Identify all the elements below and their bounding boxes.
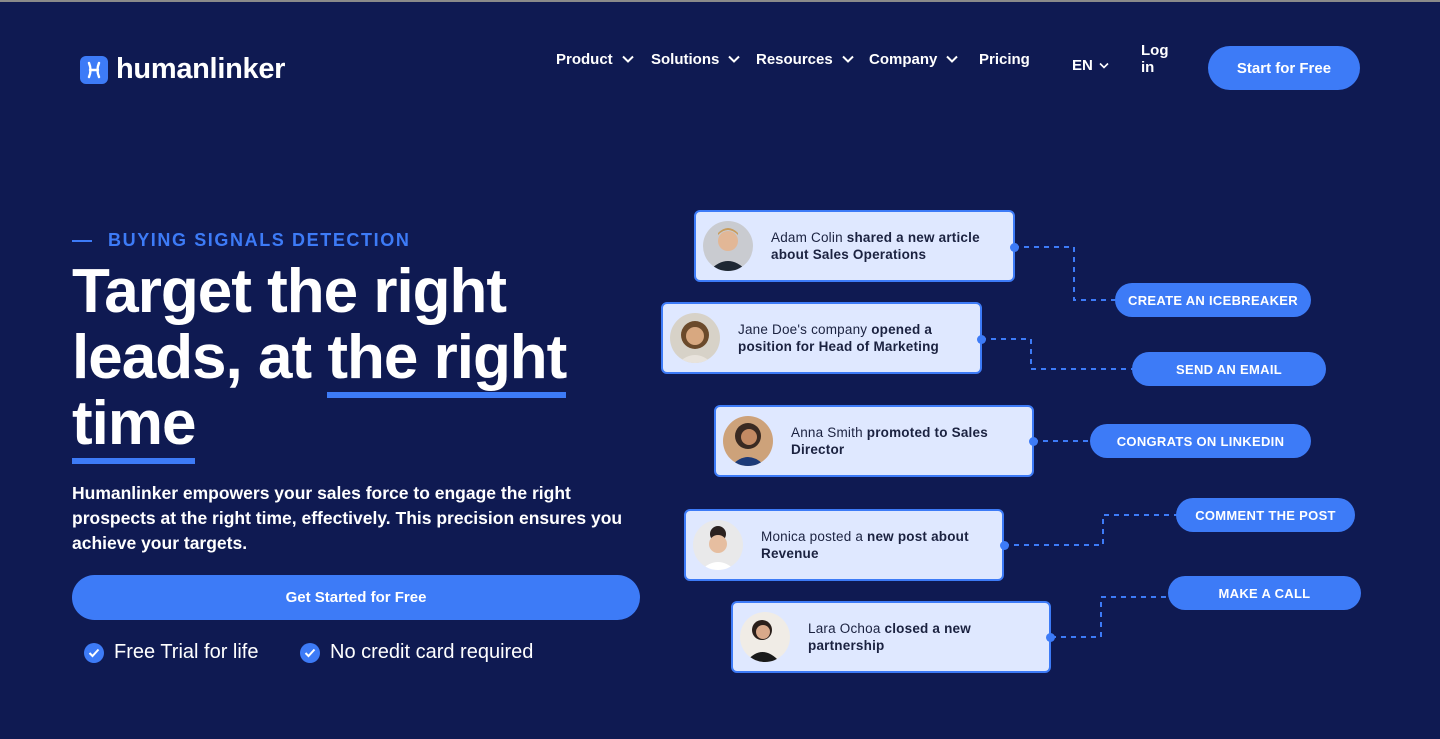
signal-card[interactable]: Lara Ochoa closed a new partnership xyxy=(731,601,1051,673)
eyebrow-dash xyxy=(72,239,92,242)
signal-text: Lara Ochoa closed a new partnership xyxy=(808,621,971,653)
logo-mark-icon xyxy=(80,55,108,84)
signal-text: Jane Doe's company opened a position for… xyxy=(738,322,940,354)
signal-card[interactable]: Anna Smith promoted to Sales Director xyxy=(714,405,1034,477)
chevron-down-icon xyxy=(1099,62,1109,69)
get-started-button[interactable]: Get Started for Free xyxy=(72,575,640,620)
avatar xyxy=(740,612,790,662)
signal-card[interactable]: Monica posted a new post about Revenue xyxy=(684,509,1004,581)
signal-text: Adam Colin shared a new article about Sa… xyxy=(771,230,980,262)
brand-logo[interactable]: humanlinker xyxy=(80,53,285,86)
headline-underlined: time xyxy=(72,389,196,464)
headline-line-1: Target the right xyxy=(72,257,507,326)
nav-item-resources[interactable]: Resources xyxy=(756,51,854,68)
headline-line-3: time xyxy=(72,389,632,464)
action-congrats-linkedin-button[interactable]: CONGRATS ON LINKEDIN xyxy=(1090,424,1311,458)
hero-headline: Target the right leads, at the right tim… xyxy=(72,257,632,464)
eyebrow: BUYING SIGNALS DETECTION xyxy=(72,230,410,251)
hero-description: Humanlinker empowers your sales force to… xyxy=(72,483,623,553)
nav-item-label: Pricing xyxy=(979,50,1030,68)
nav-item-label: Solutions xyxy=(651,50,720,68)
start-for-free-button[interactable]: Start for Free xyxy=(1208,46,1360,90)
chevron-down-icon xyxy=(946,55,959,63)
chevron-down-icon xyxy=(621,55,634,63)
nav-item-pricing[interactable]: Pricing xyxy=(979,51,1030,68)
feature-label: No credit card required xyxy=(330,641,534,663)
signal-text: Anna Smith promoted to Sales Director xyxy=(791,425,988,457)
feature-free-trial: Free Trial for life xyxy=(84,641,258,664)
avatar xyxy=(693,520,743,570)
chevron-down-icon xyxy=(842,55,854,63)
login-label: Log in xyxy=(1141,42,1169,76)
signal-card[interactable]: Adam Colin shared a new article about Sa… xyxy=(694,210,1015,282)
action-comment-post-button[interactable]: COMMENT THE POST xyxy=(1176,498,1355,532)
check-icon xyxy=(84,642,104,663)
headline-text: leads, at xyxy=(72,323,328,392)
headline-line-2: leads, at the right xyxy=(72,323,632,398)
avatar xyxy=(703,221,753,271)
signal-text: Monica posted a new post about Revenue xyxy=(761,529,969,561)
avatar xyxy=(670,313,720,363)
language-selector[interactable]: EN xyxy=(1072,57,1109,74)
nav-item-company[interactable]: Company xyxy=(869,50,959,68)
brand-name: humanlinker xyxy=(116,53,286,85)
action-create-icebreaker-button[interactable]: CREATE AN ICEBREAKER xyxy=(1115,283,1311,317)
signal-card[interactable]: Jane Doe's company opened a position for… xyxy=(661,302,982,374)
login-link[interactable]: Log in xyxy=(1141,42,1169,76)
nav-item-label: Company xyxy=(869,50,938,68)
action-make-call-button[interactable]: MAKE A CALL xyxy=(1168,576,1361,610)
window-top-border xyxy=(0,0,1440,2)
eyebrow-text: BUYING SIGNALS DETECTION xyxy=(108,230,411,250)
chevron-down-icon xyxy=(728,55,741,63)
language-label: EN xyxy=(1072,57,1093,74)
action-send-email-button[interactable]: SEND AN EMAIL xyxy=(1132,352,1326,386)
nav-item-solutions[interactable]: Solutions xyxy=(651,50,741,68)
feature-no-credit-card: No credit card required xyxy=(300,641,533,664)
nav-item-label: Product xyxy=(556,50,613,68)
nav-item-label: Resources xyxy=(756,50,833,68)
headline-underlined: the right xyxy=(327,323,567,398)
avatar xyxy=(723,416,773,466)
feature-label: Free Trial for life xyxy=(114,641,259,663)
nav-item-product[interactable]: Product xyxy=(556,51,634,68)
check-icon xyxy=(300,642,320,663)
